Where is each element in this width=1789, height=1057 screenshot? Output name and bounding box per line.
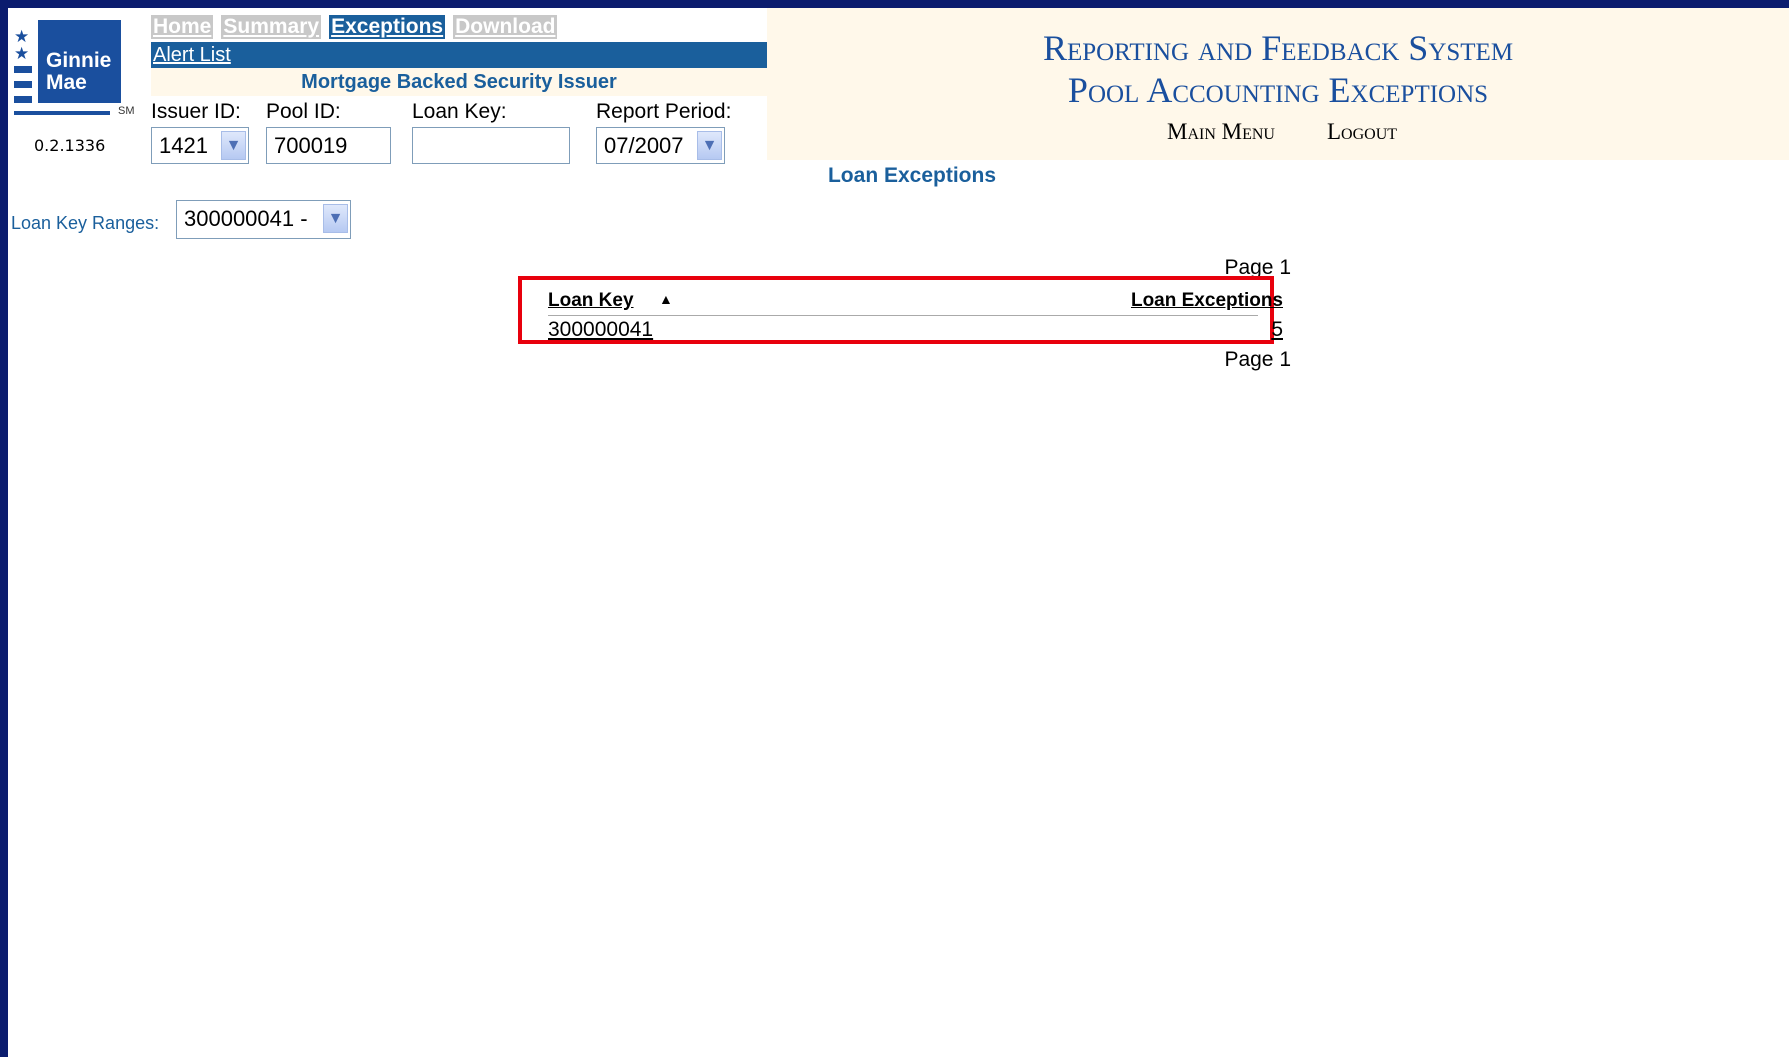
dropdown-arrow-icon[interactable]: ▼ (697, 131, 722, 160)
tab-home[interactable]: Home (151, 15, 214, 39)
system-title: Reporting and Feedback System (1042, 28, 1514, 68)
report-period-label: Report Period: (596, 100, 732, 123)
loan-key-link[interactable]: 300000041 (548, 318, 653, 342)
pool-id-input[interactable]: 700019 (266, 127, 391, 164)
main-menu-link[interactable]: Main Menu (1167, 119, 1275, 145)
tab-exceptions[interactable]: Exceptions (329, 15, 446, 39)
alert-list-link[interactable]: Alert List (151, 44, 231, 66)
dropdown-arrow-icon[interactable]: ▼ (323, 204, 348, 233)
pool-id-value: 700019 (274, 133, 348, 158)
loan-key-ranges-label: Loan Key Ranges: (11, 213, 160, 233)
issuer-id-label: Issuer ID: (151, 100, 241, 123)
issuer-id-select[interactable]: 1421 ▼ (151, 127, 249, 164)
issuer-subtitle: Mortgage Backed Security Issuer (151, 68, 767, 96)
header-divider (548, 315, 1258, 316)
tab-summary[interactable]: Summary (221, 15, 322, 39)
dropdown-arrow-icon[interactable]: ▼ (221, 131, 246, 160)
tab-download[interactable]: Download (453, 15, 558, 39)
logo-sm-mark: SM (118, 105, 135, 117)
col-header-loan-key[interactable]: Loan Key (548, 290, 634, 312)
report-period-select[interactable]: 07/2007 ▼ (596, 127, 725, 164)
system-subtitle: Pool Accounting Exceptions (1067, 70, 1489, 110)
page: ★ ★ Ginnie Mae SM 0.2.1336 Home Summary E… (8, 8, 1789, 1057)
col-header-loan-exceptions[interactable]: Loan Exceptions (1131, 290, 1283, 312)
loan-key-label: Loan Key: (412, 100, 507, 123)
star-icon: ★ ★ (14, 27, 30, 63)
loan-key-input[interactable] (412, 127, 570, 164)
loan-key-ranges-value: 300000041 - (184, 206, 308, 231)
report-period-value: 07/2007 (604, 133, 684, 158)
issuer-id-value: 1421 (159, 133, 208, 158)
nav-tabs: Home Summary Exceptions Download (151, 15, 565, 39)
alert-bar: Alert List (151, 42, 767, 68)
ginnie-mae-logo[interactable]: ★ ★ Ginnie Mae SM (11, 14, 135, 118)
system-header-panel: Reporting and Feedback System Pool Accou… (767, 8, 1789, 160)
logo-text: Ginnie Mae (38, 20, 121, 103)
loan-key-ranges-select[interactable]: 300000041 - ▼ (176, 200, 351, 239)
sort-ascending-icon: ▲ (659, 291, 673, 307)
pool-id-label: Pool ID: (266, 100, 341, 123)
version-label: 0.2.1336 (34, 136, 106, 155)
page-title: Loan Exceptions (827, 164, 997, 187)
loan-exceptions-link[interactable]: 5 (1271, 318, 1283, 342)
logout-link[interactable]: Logout (1327, 119, 1397, 145)
page-indicator-bottom: Page 1 (1224, 348, 1291, 371)
